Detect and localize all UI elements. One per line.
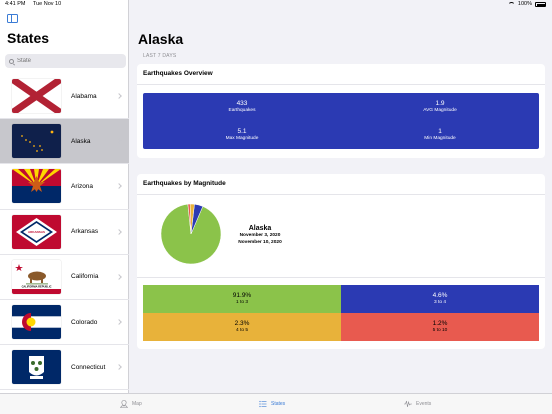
california-flag-icon: CALIFORNIA REPUBLIC xyxy=(12,259,61,294)
card-divider xyxy=(137,277,545,278)
pie-chart-svg xyxy=(160,203,222,265)
connecticut-flag-icon xyxy=(12,350,61,385)
stat-label: Min Magnitude xyxy=(424,136,456,141)
state-label: Alaska xyxy=(71,137,91,145)
map-icon xyxy=(120,400,128,408)
arkansas-flag-text: ARKANSAS xyxy=(28,230,45,234)
magnitude-cell-3-to-4: 4.6% 3 to 4 xyxy=(341,285,539,313)
page-title: Alaska xyxy=(138,31,184,47)
pie-chart xyxy=(159,202,223,266)
state-row-california[interactable]: CALIFORNIA REPUBLIC California xyxy=(0,255,129,300)
magnitude-card: Earthquakes by Magnitude Alaska November… xyxy=(137,174,545,349)
main-content: Alaska LAST 7 DAYS Earthquakes Overview … xyxy=(129,0,552,393)
search-box[interactable] xyxy=(5,54,126,68)
state-list: Alabama Alaska Arizona ARKANSAS Arkansas… xyxy=(0,74,129,391)
tab-label: Events xyxy=(416,401,432,407)
waveform-icon xyxy=(404,400,412,408)
magnitude-range: 4 to 5 xyxy=(235,328,248,333)
chevron-right-icon xyxy=(116,274,122,280)
stat-max-magnitude: 5.1 Max Magnitude xyxy=(143,128,341,142)
stat-value: 1 xyxy=(438,128,442,135)
status-date: Tue Nov 10 xyxy=(32,1,62,7)
stat-value: 1.9 xyxy=(435,100,445,107)
magnitude-percent: 4.6% xyxy=(432,292,448,299)
arkansas-flag-icon: ARKANSAS xyxy=(12,214,61,249)
alabama-flag-icon xyxy=(12,79,61,114)
california-flag-text: CALIFORNIA REPUBLIC xyxy=(22,284,52,288)
magnitude-range: 5 to 10 xyxy=(432,328,448,333)
status-bar: 4:41 PM Tue Nov 10 100% xyxy=(0,0,552,9)
chevron-right-icon xyxy=(116,183,122,190)
status-right: 100% xyxy=(507,0,546,9)
state-label: Arizona xyxy=(71,182,94,190)
tab-events[interactable]: Events xyxy=(404,400,431,408)
stat-label: Earthquakes xyxy=(228,108,256,113)
magnitude-cell-5-to-10: 1.2% 5 to 10 xyxy=(341,313,539,341)
magnitude-cell-4-to-5: 2.3% 4 to 5 xyxy=(143,313,341,341)
magnitude-cell-1-to-3: 91.9% 1 to 3 xyxy=(143,285,341,313)
magnitude-range: 3 to 4 xyxy=(433,300,446,305)
card-divider xyxy=(137,194,545,195)
stat-min-magnitude: 1 Min Magnitude xyxy=(341,128,539,142)
sidebar: States Alabama xyxy=(0,0,129,393)
stat-value: 5.1 xyxy=(237,128,247,135)
stat-value: 433 xyxy=(236,100,248,107)
tab-label: Map xyxy=(132,401,142,407)
colorado-flag-icon xyxy=(12,305,61,340)
list-icon xyxy=(259,400,267,408)
chevron-right-icon xyxy=(116,138,122,145)
state-row-alaska[interactable]: Alaska xyxy=(0,119,129,165)
state-label: Connecticut xyxy=(71,363,106,371)
tab-label: States xyxy=(271,401,286,407)
overview-card-title: Earthquakes Overview xyxy=(143,70,213,77)
tab-bar: Map States Events xyxy=(0,393,552,414)
pie-date-start: November 3, 2020 xyxy=(239,233,281,238)
magnitude-percent: 91.9% xyxy=(232,292,252,299)
battery-percent: 100% xyxy=(517,1,532,7)
battery-icon xyxy=(535,2,546,7)
state-label: Arkansas xyxy=(71,228,99,236)
magnitude-card-title: Earthquakes by Magnitude xyxy=(143,180,226,187)
pie-title: Alaska xyxy=(248,225,272,232)
stat-avg-magnitude: 1.9 AVG Magnitude xyxy=(341,100,539,114)
card-divider xyxy=(137,84,545,85)
state-row-arizona[interactable]: Arizona xyxy=(0,164,129,210)
state-row-arkansas[interactable]: ARKANSAS Arkansas xyxy=(0,210,129,255)
magnitude-percent: 1.2% xyxy=(432,320,448,327)
state-label: Alabama xyxy=(71,92,97,100)
arizona-flag-icon xyxy=(12,169,61,204)
chevron-right-icon xyxy=(116,319,122,325)
alaska-flag-icon xyxy=(12,124,61,159)
stat-earthquakes: 433 Earthquakes xyxy=(143,100,341,114)
magnitude-percent: 2.3% xyxy=(234,320,250,327)
sidebar-toggle-icon[interactable] xyxy=(7,14,18,23)
overview-grid: 433 Earthquakes 1.9 AVG Magnitude 5.1 Ma… xyxy=(143,93,539,149)
magnitude-grid: 91.9% 1 to 3 4.6% 3 to 4 2.3% 4 to 5 1.2… xyxy=(143,285,539,341)
section-caption: LAST 7 DAYS xyxy=(143,53,177,59)
magnitude-range: 1 to 3 xyxy=(235,300,248,305)
pie-info: Alaska November 3, 2020 November 10, 202… xyxy=(234,225,286,246)
chevron-right-icon xyxy=(116,364,122,371)
status-time: 4:41 PM xyxy=(5,1,26,7)
chevron-right-icon xyxy=(116,93,122,99)
sidebar-title: States xyxy=(7,30,50,46)
tab-states[interactable]: States xyxy=(259,400,285,408)
state-row-alabama[interactable]: Alabama xyxy=(0,74,129,120)
state-row-connecticut[interactable]: Connecticut xyxy=(0,345,129,391)
state-label: California xyxy=(71,273,99,281)
pie-date-end: November 10, 2020 xyxy=(238,240,282,245)
wifi-icon xyxy=(507,2,515,7)
state-label: Colorado xyxy=(71,318,98,326)
stat-label: Max Magnitude xyxy=(225,136,259,141)
search-input[interactable] xyxy=(17,58,117,64)
search-icon xyxy=(9,58,14,64)
status-left: 4:41 PM Tue Nov 10 xyxy=(5,0,67,9)
chevron-right-icon xyxy=(116,228,122,235)
overview-card: Earthquakes Overview 433 Earthquakes 1.9… xyxy=(137,64,545,158)
stat-label: AVG Magnitude xyxy=(423,108,457,113)
state-row-colorado[interactable]: Colorado xyxy=(0,300,129,346)
tab-map[interactable]: Map xyxy=(120,400,142,408)
